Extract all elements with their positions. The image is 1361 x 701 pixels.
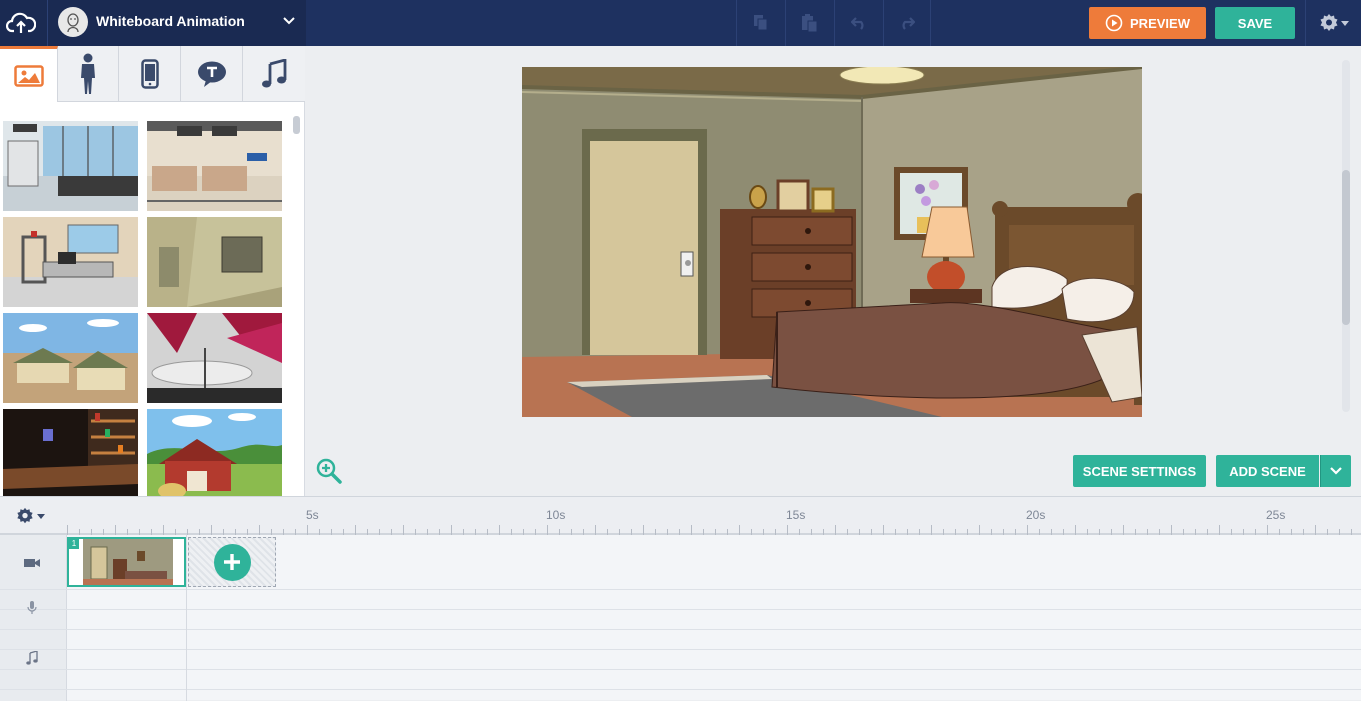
tick-10s: 10s	[546, 508, 566, 522]
scene-number-badge: 1	[69, 539, 79, 549]
thumbnail-security-checkpoint[interactable]	[3, 217, 138, 307]
plus-icon	[213, 543, 251, 581]
settings-menu-button[interactable]	[1305, 0, 1361, 46]
phone-icon	[140, 59, 159, 89]
thumbnail-tent-interior[interactable]	[147, 217, 282, 307]
tab-characters[interactable]	[58, 46, 119, 102]
tick-15s: 15s	[786, 508, 806, 522]
timeline-ruler[interactable]: 5s 10s 15s 20s 25s	[0, 497, 1361, 535]
tab-props[interactable]	[119, 46, 181, 102]
chevron-down-icon	[1330, 467, 1342, 475]
preview-button[interactable]: PREVIEW	[1089, 7, 1206, 39]
camera-icon	[22, 553, 42, 573]
redo-icon[interactable]	[883, 0, 931, 46]
music-note-icon	[262, 59, 287, 88]
tab-text[interactable]	[181, 46, 243, 102]
scene-settings-label: SCENE SETTINGS	[1082, 463, 1197, 479]
thumbnail-desert-village[interactable]	[3, 313, 138, 403]
timeline-divider	[186, 535, 187, 701]
thumbnail-airport-checkin[interactable]	[147, 121, 282, 211]
divider	[47, 0, 48, 46]
music-note-icon	[22, 648, 42, 668]
track-row-extra	[0, 670, 1361, 690]
scene-clip[interactable]: 1	[67, 537, 186, 587]
tick-25s: 25s	[1266, 508, 1286, 522]
speech-bubble-icon	[197, 61, 226, 87]
add-scene-button[interactable]: ADD SCENE	[1216, 455, 1319, 487]
gear-icon	[1320, 14, 1337, 31]
track-row-music	[0, 630, 1361, 650]
thumbnail-bar-interior[interactable]	[3, 409, 138, 499]
zoom-in-icon[interactable]	[316, 458, 342, 484]
add-scene-label: ADD SCENE	[1229, 463, 1306, 479]
project-avatar-icon[interactable]	[58, 7, 88, 37]
thumbnail-red-barn-farm[interactable]	[147, 409, 282, 499]
scene-clip-thumbnail	[69, 539, 184, 585]
thumbnail-airport-terminal[interactable]	[3, 121, 138, 211]
save-button[interactable]: SAVE	[1215, 7, 1295, 39]
canvas-scrollbar-thumb[interactable]	[1342, 170, 1350, 325]
save-label: SAVE	[1237, 15, 1273, 31]
undo-icon[interactable]	[834, 0, 882, 46]
asset-library-panel	[0, 46, 305, 499]
thumbnail-stage-studio[interactable]	[147, 313, 282, 403]
person-icon	[81, 53, 95, 94]
paste-icon[interactable]	[785, 0, 833, 46]
tick-20s: 20s	[1026, 508, 1046, 522]
tick-5s: 5s	[306, 508, 319, 522]
tab-music[interactable]	[243, 46, 305, 102]
library-tabs	[0, 46, 305, 102]
project-title[interactable]: Whiteboard Animation	[96, 13, 245, 29]
library-scrollbar[interactable]	[293, 116, 300, 134]
caret-down-icon	[37, 513, 45, 519]
add-scene-placeholder[interactable]	[188, 537, 276, 587]
track-row-voice	[0, 590, 1361, 610]
gear-icon	[17, 507, 33, 524]
image-icon	[13, 64, 44, 87]
track-row-music-2	[0, 650, 1361, 670]
cloud-upload-icon[interactable]	[4, 7, 38, 39]
timeline-settings-button[interactable]	[16, 507, 45, 525]
copy-icon[interactable]	[736, 0, 784, 46]
preview-label: PREVIEW	[1130, 15, 1190, 31]
track-row-voice-2	[0, 610, 1361, 630]
chevron-down-icon[interactable]	[280, 12, 298, 30]
add-scene-dropdown-button[interactable]	[1320, 455, 1351, 487]
top-toolbar: Whiteboard Animation PREVIEW SAVE	[0, 0, 1361, 46]
microphone-icon	[22, 598, 42, 618]
play-icon	[1105, 14, 1123, 32]
caret-down-icon	[1340, 20, 1349, 26]
timeline-panel: 5s 10s 15s 20s 25s 1	[0, 496, 1361, 701]
ruler-ticks	[67, 525, 1352, 535]
project-header: Whiteboard Animation	[0, 0, 306, 46]
scene-settings-button[interactable]: SCENE SETTINGS	[1073, 455, 1206, 487]
scene-canvas[interactable]	[522, 67, 1142, 417]
tab-backgrounds[interactable]	[0, 46, 58, 102]
